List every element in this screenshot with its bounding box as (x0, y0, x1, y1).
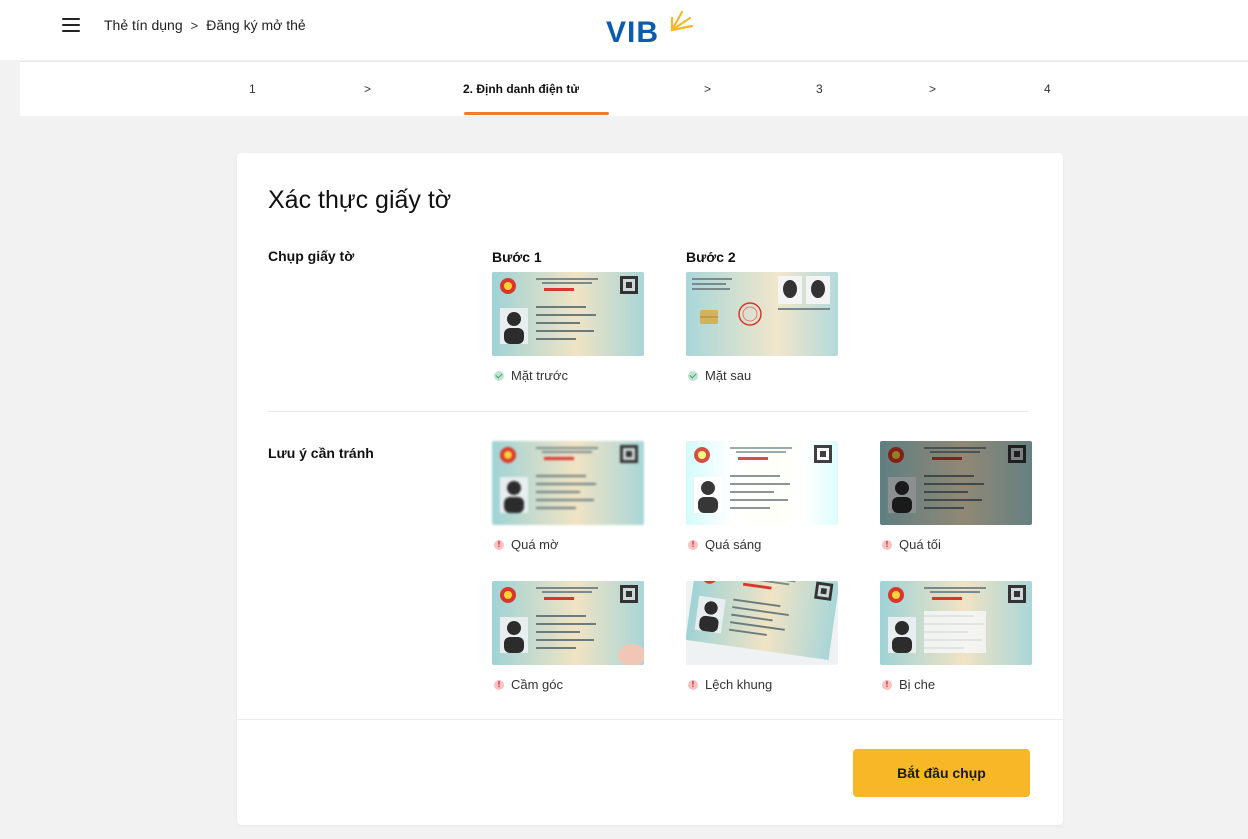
avoid-section-label: Lưu ý cần tránh (268, 445, 374, 461)
start-capture-button[interactable]: Bắt đầu chụp (853, 749, 1030, 797)
caption-text: Mặt sau (705, 368, 752, 383)
logo-text: VIB (606, 16, 660, 49)
capture-section-label: Chụp giấy tờ (268, 248, 355, 264)
id-card-obscured-image (880, 581, 1032, 665)
caption-obscured: ! Bị che (882, 677, 935, 692)
caption-text: Quá mờ (511, 537, 559, 552)
breadcrumb-item-credit-card[interactable]: Thẻ tín dụng (104, 17, 183, 33)
caption-dark: ! Quá tối (882, 537, 941, 552)
caption-back: Mặt sau (688, 368, 751, 383)
id-card-dark-image (880, 441, 1032, 525)
breadcrumb-separator: > (190, 17, 199, 33)
step-separator: > (704, 82, 712, 96)
id-card-back-image (686, 272, 838, 356)
section-divider (268, 411, 1028, 412)
step-2-title: Bước 2 (686, 249, 736, 265)
id-card-finger-corner-image (492, 581, 644, 665)
caption-text: Quá tối (899, 537, 941, 552)
active-step-indicator (464, 112, 609, 115)
id-card-front-image (492, 272, 644, 356)
caption-blurry: ! Quá mờ (494, 537, 559, 552)
id-card-blurry-image (492, 441, 644, 525)
warning-icon: ! (688, 679, 698, 690)
caption-text: Bị che (899, 677, 936, 692)
logo-star-icon (670, 10, 694, 32)
step-4: 4 (1044, 82, 1051, 96)
page-title: Xác thực giấy tờ (268, 186, 452, 214)
breadcrumb: Thẻ tín dụng > Đăng ký mở thẻ (104, 17, 306, 33)
step-1-title: Bước 1 (492, 249, 542, 265)
warning-icon: ! (494, 539, 504, 550)
caption-text: Quá sáng (705, 537, 762, 552)
top-header: Thẻ tín dụng > Đăng ký mở thẻ VIB (0, 0, 1248, 60)
caption-text: Mặt trước (511, 368, 568, 383)
step-3: 3 (816, 82, 823, 96)
warning-icon: ! (882, 679, 892, 690)
caption-finger-corner: ! Cầm góc (494, 677, 563, 692)
caption-overexposed: ! Quá sáng (688, 537, 761, 552)
caption-skewed: ! Lệch khung (688, 677, 772, 692)
breadcrumb-item-register: Đăng ký mở thẻ (206, 17, 306, 33)
warning-icon: ! (882, 539, 892, 550)
caption-front: Mặt trước (494, 368, 568, 383)
step-2-active: 2. Định danh điện tử (463, 82, 580, 96)
vib-logo: VIB (606, 8, 696, 48)
caption-text: Lệch khung (705, 677, 773, 692)
menu-icon[interactable] (62, 18, 80, 34)
step-separator: > (364, 82, 372, 96)
warning-icon: ! (494, 679, 504, 690)
footer-divider (237, 719, 1063, 720)
step-1: 1 (249, 82, 256, 96)
check-icon (494, 370, 504, 381)
document-verification-card: Xác thực giấy tờ Chụp giấy tờ Bước 1 Mặt… (237, 153, 1063, 825)
progress-stepper: 1 > 2. Định danh điện tử > 3 > 4 (20, 61, 1248, 116)
id-card-skewed-image (686, 581, 838, 665)
id-card-overexposed-image (686, 441, 838, 525)
step-separator: > (929, 82, 937, 96)
warning-icon: ! (688, 539, 698, 550)
caption-text: Cầm góc (511, 677, 564, 692)
check-icon (688, 370, 698, 381)
